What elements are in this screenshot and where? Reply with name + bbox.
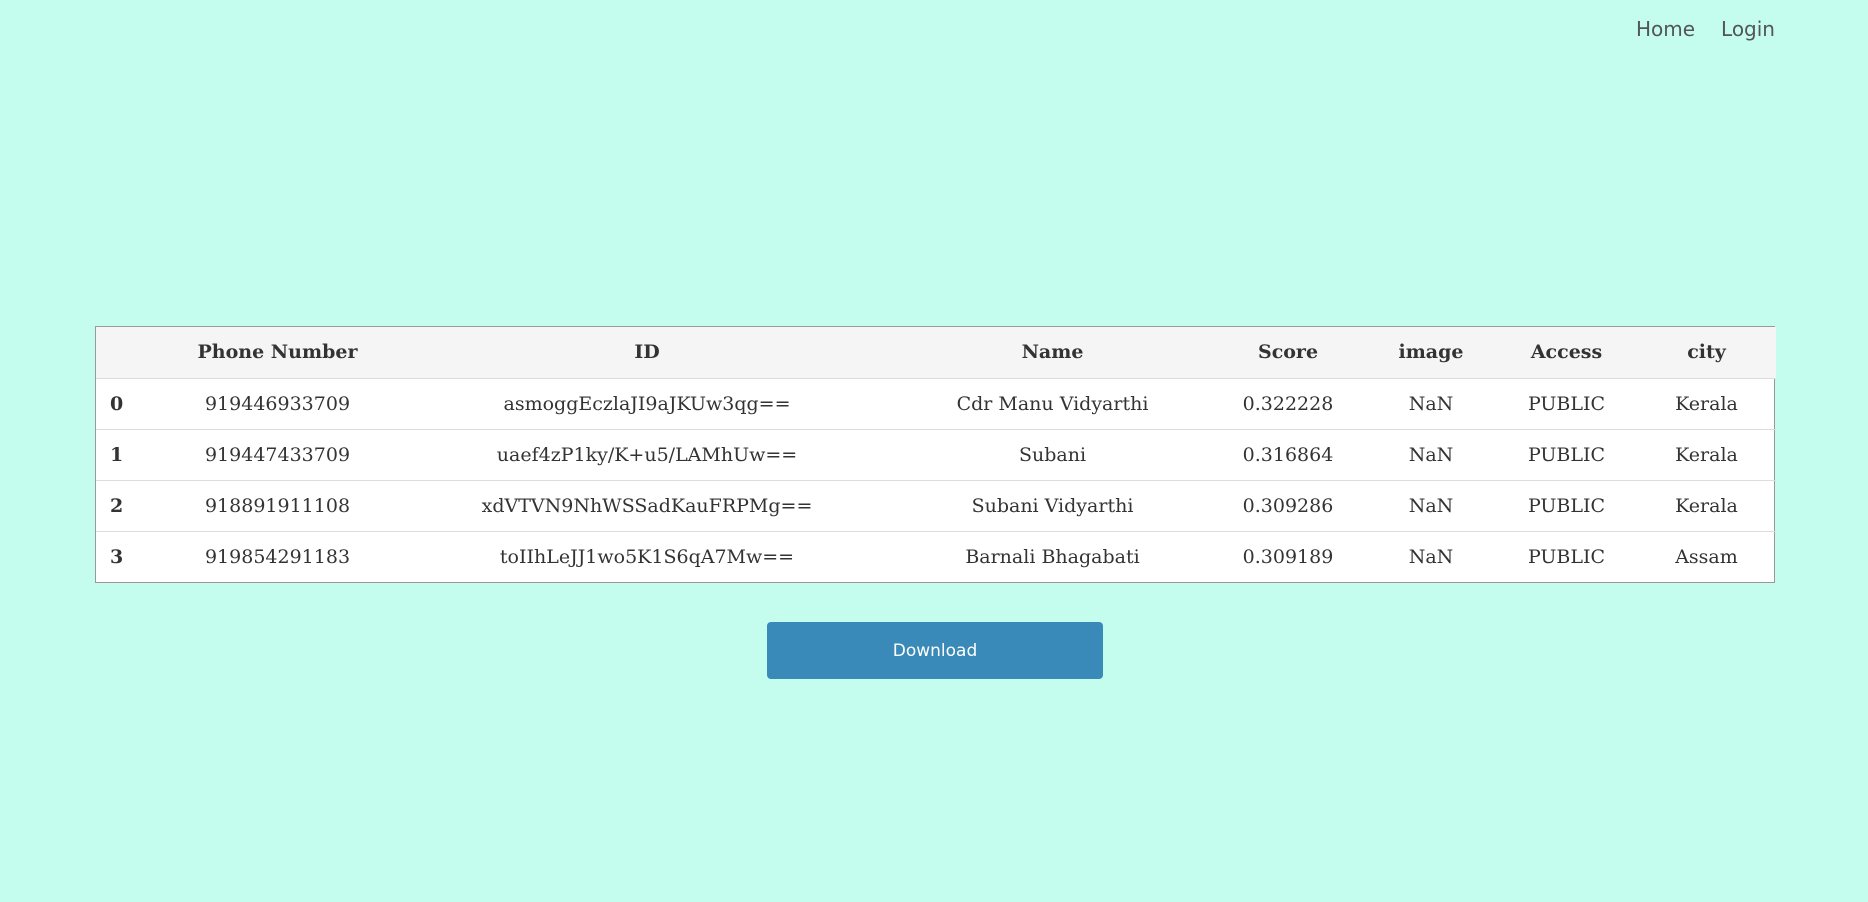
cell-id: xdVTVN9NhWSSadKauFRPMg== bbox=[481, 494, 813, 517]
cell-image: NaN bbox=[1408, 494, 1454, 517]
table-row: 1 919447433709 uaef4zP1ky/K+u5/LAMhUw== … bbox=[96, 429, 1776, 480]
header-phone-number: Phone Number bbox=[197, 341, 358, 364]
cell-index: 1 bbox=[110, 443, 124, 466]
table-row: 2 918891911108 xdVTVN9NhWSSadKauFRPMg== … bbox=[96, 480, 1776, 531]
top-nav: Home Login bbox=[1636, 14, 1775, 44]
table-row: 3 919854291183 toIIhLeJJ1wo5K1S6qA7Mw== … bbox=[96, 531, 1776, 582]
header-id: ID bbox=[634, 341, 660, 364]
cell-score: 0.309286 bbox=[1242, 494, 1334, 517]
nav-login-link[interactable]: Login bbox=[1721, 14, 1775, 44]
cell-city: Kerala bbox=[1675, 443, 1738, 466]
cell-index: 3 bbox=[110, 545, 124, 568]
cell-image: NaN bbox=[1408, 443, 1454, 466]
cell-image: NaN bbox=[1408, 392, 1454, 415]
cell-phone-number: 918891911108 bbox=[204, 494, 351, 517]
table-row: 0 919446933709 asmoggEczlaJI9aJKUw3qg== … bbox=[96, 378, 1776, 429]
header-image: image bbox=[1398, 341, 1464, 364]
cell-score: 0.309189 bbox=[1242, 545, 1334, 568]
header-index bbox=[96, 327, 156, 378]
cell-image: NaN bbox=[1408, 545, 1454, 568]
cell-access: PUBLIC bbox=[1527, 494, 1606, 517]
cell-id: uaef4zP1ky/K+u5/LAMhUw== bbox=[496, 443, 798, 466]
cell-access: PUBLIC bbox=[1527, 443, 1606, 466]
cell-phone-number: 919446933709 bbox=[204, 392, 351, 415]
nav-home-link[interactable]: Home bbox=[1636, 14, 1695, 44]
cell-access: PUBLIC bbox=[1527, 545, 1606, 568]
cell-phone-number: 919447433709 bbox=[204, 443, 351, 466]
cell-name: Subani bbox=[1018, 443, 1087, 466]
header-access: Access bbox=[1530, 341, 1603, 364]
cell-city: Kerala bbox=[1675, 494, 1738, 517]
cell-index: 2 bbox=[110, 494, 124, 517]
cell-index: 0 bbox=[110, 392, 124, 415]
cell-score: 0.316864 bbox=[1242, 443, 1334, 466]
results-table-container: Phone Number ID Name Score image Access … bbox=[95, 326, 1776, 583]
cell-city: Assam bbox=[1675, 545, 1738, 568]
header-name: Name bbox=[1021, 341, 1084, 364]
cell-name: Subani Vidyarthi bbox=[971, 494, 1134, 517]
table-header-row: Phone Number ID Name Score image Access … bbox=[96, 327, 1776, 378]
cell-city: Kerala bbox=[1675, 392, 1738, 415]
cell-phone-number: 919854291183 bbox=[204, 545, 351, 568]
header-score: Score bbox=[1257, 341, 1319, 364]
cell-id: toIIhLeJJ1wo5K1S6qA7Mw== bbox=[499, 545, 795, 568]
download-button[interactable]: Download bbox=[767, 622, 1103, 679]
cell-access: PUBLIC bbox=[1527, 392, 1606, 415]
results-table: Phone Number ID Name Score image Access … bbox=[96, 327, 1776, 582]
cell-name: Barnali Bhagabati bbox=[965, 545, 1140, 568]
cell-score: 0.322228 bbox=[1242, 392, 1334, 415]
cell-id: asmoggEczlaJI9aJKUw3qg== bbox=[503, 392, 791, 415]
cell-name: Cdr Manu Vidyarthi bbox=[956, 392, 1149, 415]
header-city: city bbox=[1687, 341, 1726, 364]
